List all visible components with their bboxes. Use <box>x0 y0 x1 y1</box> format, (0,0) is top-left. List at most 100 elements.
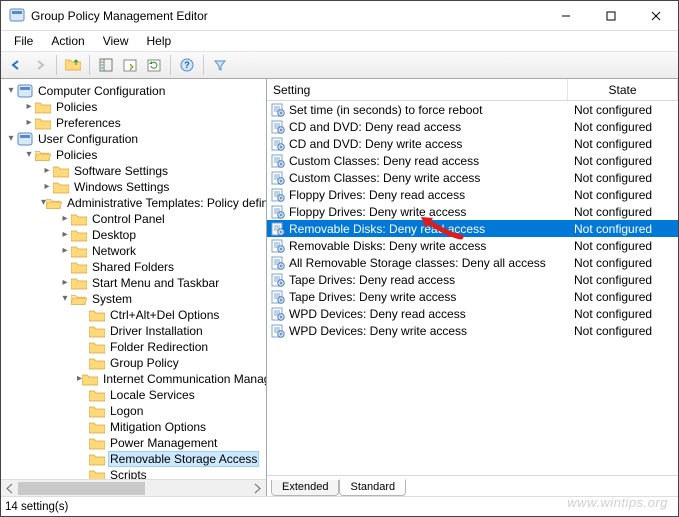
tree-system[interactable]: ▾ System <box>5 291 266 307</box>
menu-action[interactable]: Action <box>44 33 91 49</box>
list-row[interactable]: Floppy Drives: Deny read accessNot confi… <box>267 186 678 203</box>
properties-button[interactable] <box>119 54 141 76</box>
tree-user-configuration[interactable]: ▾ User Configuration <box>5 131 266 147</box>
policy-setting-icon <box>271 205 285 219</box>
list-row[interactable]: Floppy Drives: Deny write accessNot conf… <box>267 203 678 220</box>
tree-cc-policies[interactable]: ▸ Policies <box>5 99 266 115</box>
setting-name: Floppy Drives: Deny write access <box>289 205 568 219</box>
tree-ctrl-alt-del[interactable]: Ctrl+Alt+Del Options <box>5 307 266 323</box>
maximize-button[interactable] <box>588 1 633 30</box>
titlebar: Group Policy Management Editor <box>1 1 678 31</box>
tab-extended[interactable]: Extended <box>271 480 339 496</box>
list-row[interactable]: WPD Devices: Deny write accessNot config… <box>267 322 678 339</box>
chevron-right-icon[interactable]: ▸ <box>59 227 71 243</box>
tab-standard[interactable]: Standard <box>339 479 406 496</box>
minimize-button[interactable] <box>543 1 588 30</box>
menu-view[interactable]: View <box>96 33 136 49</box>
setting-state: Not configured <box>568 307 678 321</box>
list-row[interactable]: Tape Drives: Deny read accessNot configu… <box>267 271 678 288</box>
tree-locale-services[interactable]: Locale Services <box>5 387 266 403</box>
policy-setting-icon <box>271 171 285 185</box>
tree-folder-redirection[interactable]: Folder Redirection <box>5 339 266 355</box>
setting-name: WPD Devices: Deny write access <box>289 324 568 338</box>
filter-button[interactable] <box>209 54 231 76</box>
close-button[interactable] <box>633 1 678 30</box>
toolbar: ? <box>1 51 678 79</box>
list-row[interactable]: Set time (in seconds) to force rebootNot… <box>267 101 678 118</box>
list-row[interactable]: CD and DVD: Deny read accessNot configur… <box>267 118 678 135</box>
list-row[interactable]: Removable Disks: Deny write accessNot co… <box>267 237 678 254</box>
tree-horizontal-scrollbar[interactable] <box>1 479 266 496</box>
tree-mitigation-options[interactable]: Mitigation Options <box>5 419 266 435</box>
setting-state: Not configured <box>568 222 678 236</box>
menu-help[interactable]: Help <box>140 33 179 49</box>
tree[interactable]: ▾ Computer Configuration ▸ Policies ▸ Pr… <box>1 79 266 479</box>
menu-file[interactable]: File <box>7 33 40 49</box>
list-row[interactable]: CD and DVD: Deny write accessNot configu… <box>267 135 678 152</box>
column-setting[interactable]: Setting <box>267 79 568 100</box>
setting-state: Not configured <box>568 188 678 202</box>
up-button[interactable] <box>62 54 84 76</box>
folder-icon <box>89 468 105 479</box>
chevron-down-icon[interactable]: ▾ <box>5 131 17 147</box>
tree-driver-installation[interactable]: Driver Installation <box>5 323 266 339</box>
list-row[interactable]: Tape Drives: Deny write accessNot config… <box>267 288 678 305</box>
show-hide-tree-button[interactable] <box>95 54 117 76</box>
list-row[interactable]: All Removable Storage classes: Deny all … <box>267 254 678 271</box>
tree-software-settings[interactable]: ▸ Software Settings <box>5 163 266 179</box>
tree-logon[interactable]: Logon <box>5 403 266 419</box>
tree-scripts[interactable]: Scripts <box>5 467 266 479</box>
chevron-right-icon[interactable]: ▸ <box>41 163 53 179</box>
chevron-down-icon[interactable]: ▾ <box>5 83 17 99</box>
tree-shared-folders[interactable]: Shared Folders <box>5 259 266 275</box>
policy-setting-icon <box>271 103 285 117</box>
list-row[interactable]: Custom Classes: Deny read accessNot conf… <box>267 152 678 169</box>
tree-cc-preferences[interactable]: ▸ Preferences <box>5 115 266 131</box>
folder-open-icon <box>46 196 62 210</box>
folder-icon <box>89 404 105 418</box>
tree-internet-communication[interactable]: ▸ Internet Communication Management <box>5 371 266 387</box>
tree-computer-configuration[interactable]: ▾ Computer Configuration <box>5 83 266 99</box>
svg-text:?: ? <box>184 60 190 70</box>
tree-control-panel[interactable]: ▸ Control Panel <box>5 211 266 227</box>
folder-open-icon <box>35 148 51 162</box>
forward-button[interactable] <box>29 54 51 76</box>
folder-icon <box>89 388 105 402</box>
app-icon <box>9 8 25 24</box>
list-row[interactable]: Removable Disks: Deny read accessNot con… <box>267 220 678 237</box>
policy-setting-icon <box>271 154 285 168</box>
setting-name: Removable Disks: Deny write access <box>289 239 568 253</box>
list-body[interactable]: Set time (in seconds) to force rebootNot… <box>267 101 678 475</box>
list-row[interactable]: Custom Classes: Deny write accessNot con… <box>267 169 678 186</box>
chevron-down-icon[interactable]: ▾ <box>59 291 71 307</box>
policy-setting-icon <box>271 188 285 202</box>
chevron-right-icon[interactable]: ▸ <box>59 211 71 227</box>
column-state[interactable]: State <box>568 79 678 100</box>
tree-desktop[interactable]: ▸ Desktop <box>5 227 266 243</box>
help-button[interactable]: ? <box>176 54 198 76</box>
tree-pane: ▾ Computer Configuration ▸ Policies ▸ Pr… <box>1 79 267 496</box>
tree-uc-policies[interactable]: ▾ Policies <box>5 147 266 163</box>
refresh-button[interactable] <box>143 54 165 76</box>
setting-state: Not configured <box>568 205 678 219</box>
tree-start-menu[interactable]: ▸ Start Menu and Taskbar <box>5 275 266 291</box>
tree-power-management[interactable]: Power Management <box>5 435 266 451</box>
list-row[interactable]: WPD Devices: Deny read accessNot configu… <box>267 305 678 322</box>
chevron-down-icon[interactable]: ▾ <box>23 147 35 163</box>
tree-windows-settings[interactable]: ▸ Windows Settings <box>5 179 266 195</box>
tree-admin-templates[interactable]: ▾ Administrative Templates: Policy defin… <box>5 195 266 211</box>
folder-icon <box>53 164 69 178</box>
chevron-right-icon[interactable]: ▸ <box>23 115 35 131</box>
chevron-right-icon[interactable]: ▸ <box>41 179 53 195</box>
setting-name: Custom Classes: Deny read access <box>289 154 568 168</box>
folder-icon <box>71 276 87 290</box>
tree-network[interactable]: ▸ Network <box>5 243 266 259</box>
chevron-right-icon[interactable]: ▸ <box>23 99 35 115</box>
back-button[interactable] <box>5 54 27 76</box>
menubar: File Action View Help <box>1 31 678 51</box>
chevron-right-icon[interactable]: ▸ <box>59 275 71 291</box>
tree-group-policy[interactable]: Group Policy <box>5 355 266 371</box>
tree-removable-storage-access[interactable]: Removable Storage Access <box>5 451 266 467</box>
chevron-right-icon[interactable]: ▸ <box>59 243 71 259</box>
status-text: 14 setting(s) <box>5 501 68 513</box>
